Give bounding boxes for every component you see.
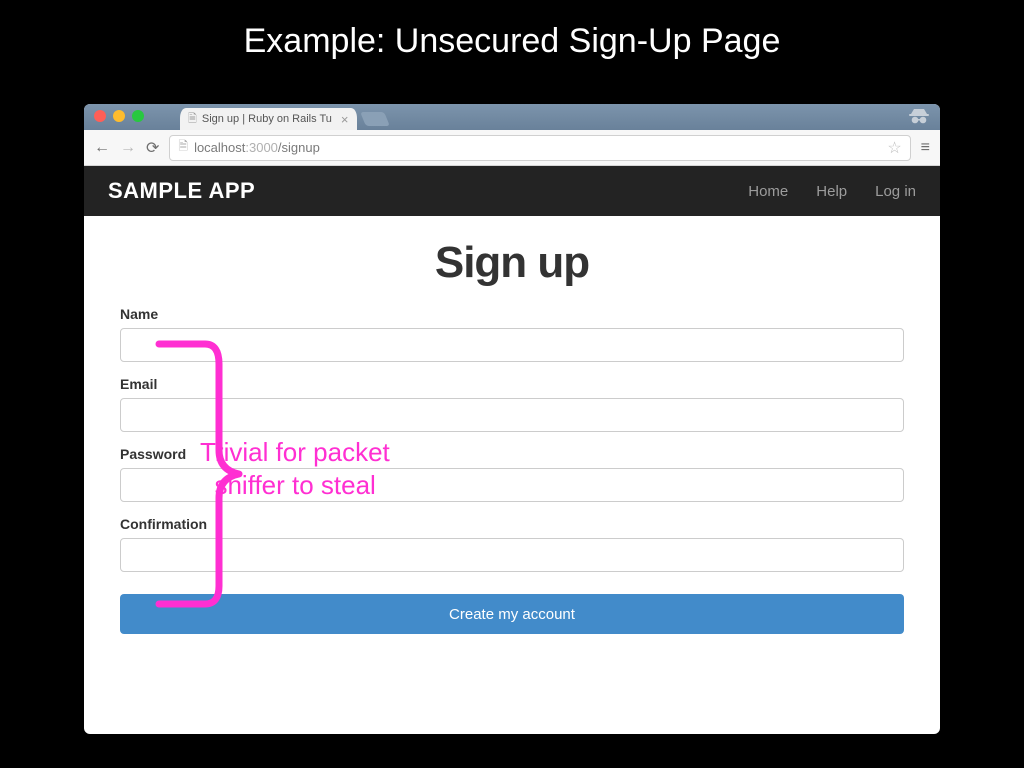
minimize-window-button[interactable] <box>113 110 125 122</box>
site-info-icon: 🗎 <box>178 137 188 158</box>
label-confirmation: Confirmation <box>120 516 904 532</box>
close-window-button[interactable] <box>94 110 106 122</box>
page-icon: 🗎 <box>188 110 197 129</box>
incognito-icon <box>908 107 930 130</box>
tab-title: Sign up | Ruby on Rails Tu <box>202 113 332 125</box>
browser-titlebar: 🗎 Sign up | Ruby on Rails Tu × <box>84 104 940 130</box>
back-button[interactable]: ← <box>94 139 110 157</box>
app-navbar: SAMPLE APP Home Help Log in <box>84 166 940 216</box>
maximize-window-button[interactable] <box>132 110 144 122</box>
app-brand[interactable]: SAMPLE APP <box>108 178 255 204</box>
reload-button[interactable]: ⟳ <box>146 138 159 158</box>
label-password: Password <box>120 446 904 462</box>
nav-home[interactable]: Home <box>748 183 788 200</box>
address-bar[interactable]: 🗎 localhost:3000/signup ☆ <box>169 135 910 161</box>
forward-button[interactable]: → <box>120 139 136 157</box>
nav-login[interactable]: Log in <box>875 183 916 200</box>
url-path: /signup <box>278 140 320 155</box>
slide-title: Example: Unsecured Sign-Up Page <box>0 0 1024 61</box>
label-name: Name <box>120 306 904 322</box>
close-tab-button[interactable]: × <box>341 112 349 127</box>
nav-help[interactable]: Help <box>816 183 847 200</box>
page-content: SAMPLE APP Home Help Log in Sign up Name… <box>84 166 940 654</box>
browser-toolbar: ← → ⟳ 🗎 localhost:3000/signup ☆ ≡ <box>84 130 940 166</box>
url-text: localhost:3000/signup <box>194 140 320 155</box>
name-input[interactable] <box>120 328 904 362</box>
window-controls <box>94 110 144 122</box>
create-account-button[interactable]: Create my account <box>120 594 904 634</box>
browser-window: 🗎 Sign up | Ruby on Rails Tu × ← → ⟳ 🗎 l… <box>84 104 940 734</box>
page-heading: Sign up <box>120 238 904 288</box>
url-port: :3000 <box>245 140 278 155</box>
new-tab-button[interactable] <box>360 112 390 126</box>
password-input[interactable] <box>120 468 904 502</box>
nav-links: Home Help Log in <box>748 183 916 200</box>
browser-tab[interactable]: 🗎 Sign up | Ruby on Rails Tu × <box>180 108 357 130</box>
bookmark-star-icon[interactable]: ☆ <box>887 138 901 158</box>
email-input[interactable] <box>120 398 904 432</box>
url-host: localhost <box>194 140 245 155</box>
label-email: Email <box>120 376 904 392</box>
confirmation-input[interactable] <box>120 538 904 572</box>
browser-menu-icon[interactable]: ≡ <box>921 139 930 157</box>
